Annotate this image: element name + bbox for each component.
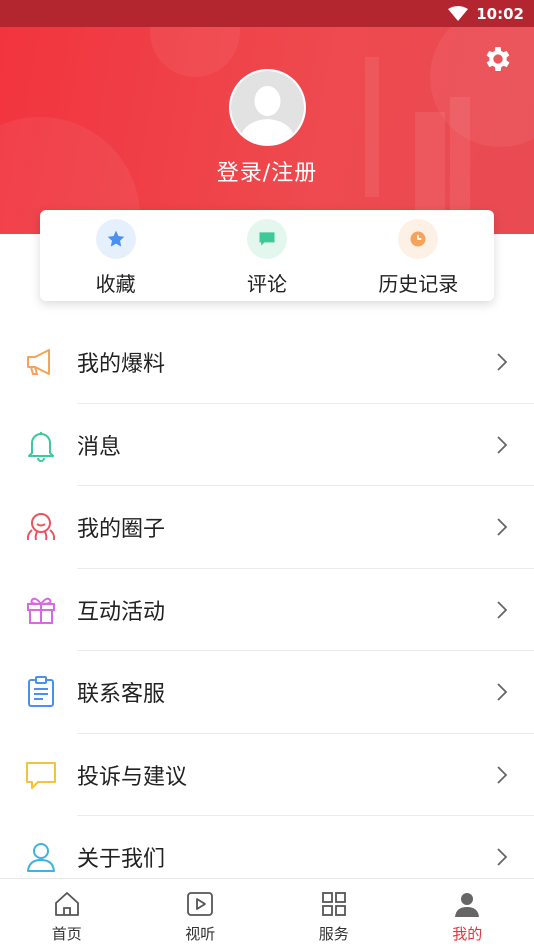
menu-item-feedback[interactable]: 投诉与建议 xyxy=(0,734,534,816)
avatar[interactable] xyxy=(229,69,306,146)
chevron-right-icon xyxy=(497,436,508,454)
chevron-right-icon xyxy=(497,848,508,866)
profile-header: 登录/注册 xyxy=(0,27,534,234)
chevron-right-icon xyxy=(497,601,508,619)
chevron-right-icon xyxy=(497,353,508,371)
quick-action-label: 收藏 xyxy=(95,272,136,296)
home-icon xyxy=(54,892,79,916)
bottom-tab-bar: 首页 视听 服务 我的 xyxy=(0,878,534,949)
quick-actions-card: 收藏 评论 历史记录 xyxy=(40,210,494,301)
gift-icon xyxy=(27,597,55,624)
settings-gear-icon[interactable] xyxy=(482,43,514,75)
play-icon xyxy=(187,892,214,916)
status-time: 10:02 xyxy=(476,4,524,23)
chevron-right-icon xyxy=(497,683,508,701)
menu-item-label: 我的爆料 xyxy=(77,352,166,378)
chevron-right-icon xyxy=(497,518,508,536)
decor-circle xyxy=(150,27,240,77)
comment-icon xyxy=(246,219,287,259)
menu-item-label: 互动活动 xyxy=(77,599,166,625)
megaphone-icon xyxy=(27,349,50,376)
menu-item-my-circles[interactable]: 我的圈子 xyxy=(0,486,534,569)
tab-label: 首页 xyxy=(51,925,82,943)
bell-icon xyxy=(28,431,54,462)
tab-label: 视听 xyxy=(185,925,216,943)
quick-action-favorites[interactable]: 收藏 xyxy=(40,210,191,301)
chat-bubble-icon xyxy=(26,761,56,789)
tab-mine[interactable]: 我的 xyxy=(401,879,534,949)
tab-media[interactable]: 视听 xyxy=(134,879,268,949)
person-icon xyxy=(27,843,55,873)
status-bar: 10:02 xyxy=(0,0,534,27)
chevron-right-icon xyxy=(497,766,508,784)
login-register-link[interactable]: 登录/注册 xyxy=(0,155,534,187)
clipboard-icon xyxy=(28,676,54,708)
star-icon xyxy=(95,219,136,259)
tab-services[interactable]: 服务 xyxy=(267,879,401,949)
menu-item-label: 投诉与建议 xyxy=(77,764,188,790)
quick-action-history[interactable]: 历史记录 xyxy=(343,210,494,301)
menu-item-label: 我的圈子 xyxy=(77,517,166,543)
circle-group-icon xyxy=(26,513,56,541)
quick-action-label: 历史记录 xyxy=(378,272,459,296)
menu-item-label: 关于我们 xyxy=(77,847,166,873)
tab-label: 我的 xyxy=(452,925,483,943)
quick-action-comments[interactable]: 评论 xyxy=(191,210,342,301)
tab-home[interactable]: 首页 xyxy=(0,879,134,949)
menu-item-label: 消息 xyxy=(77,434,122,460)
tab-label: 服务 xyxy=(318,925,349,943)
grid-icon xyxy=(321,892,346,916)
menu-item-label: 联系客服 xyxy=(77,682,166,708)
quick-action-label: 评论 xyxy=(246,272,287,296)
menu-item-customer-service[interactable]: 联系客服 xyxy=(0,651,534,734)
menu-item-my-reports[interactable]: 我的爆料 xyxy=(0,321,534,404)
user-icon xyxy=(455,893,480,917)
wifi-icon xyxy=(448,5,469,21)
menu-item-activities[interactable]: 互动活动 xyxy=(0,569,534,651)
menu-item-messages[interactable]: 消息 xyxy=(0,404,534,486)
default-avatar-icon xyxy=(231,71,304,144)
menu-list: 我的爆料 消息 我的圈子 互动活动 联系客服 投诉与建议 关于我们 xyxy=(0,321,534,899)
clock-icon xyxy=(398,219,439,259)
